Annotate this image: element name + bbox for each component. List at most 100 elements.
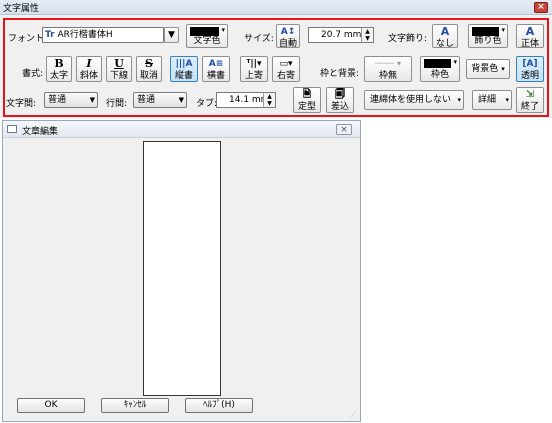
upright-button[interactable]: A 正体 [516,24,544,48]
italic-label: 斜体 [79,71,98,81]
chevron-down-icon: ▾ [501,65,505,73]
renmen-value: 連綿体を使用しない [370,95,452,105]
strikethrough-label: 取消 [139,71,158,81]
transparent-button[interactable]: [A] 透明 [516,56,544,82]
exit-icon: ⇲ [525,89,535,100]
char-spacing-value: 普通 [48,95,67,105]
text-edit-close-icon[interactable]: × [336,124,352,135]
text-color-button[interactable]: ▾ 文字色 [186,24,228,48]
bold-icon: B [54,57,64,70]
right-align-button[interactable]: ▭▾ 右寄 [272,56,300,82]
size-auto-label: 自動 [278,39,297,48]
tab-input-value: 14.1 mm [229,95,270,105]
line-spacing-label: 行間: [106,99,128,109]
underline-icon: U [114,57,124,70]
tab-input[interactable]: 14.1 mm ▲ ▼ [216,92,276,108]
vertical-writing-button[interactable]: |||A 縦書 [170,56,198,82]
font-type-icon: Tr [45,30,55,40]
help-button[interactable]: ﾍﾙﾌﾟ(H) [185,398,253,413]
vertical-text-area[interactable] [143,141,221,396]
bold-label: 太字 [49,71,68,81]
ok-button[interactable]: OK [17,398,85,413]
strikethrough-icon: S [145,57,153,70]
vertical-writing-label: 縦書 [174,71,193,81]
size-auto-button[interactable]: A↕ 自動 [276,24,300,48]
insert-doc-icon: 🗐 [335,89,345,100]
italic-icon: I [86,57,92,70]
outline-color-swatch [472,27,499,36]
cancel-button[interactable]: ｷｬﾝｾﾙ [101,398,169,413]
size-spinner[interactable]: ▲ ▼ [361,28,373,42]
no-frame-button[interactable]: ┈┈┈┈ ▾ 枠無 [364,56,412,82]
fixed-form-button[interactable]: 🗎 定型 [293,87,321,113]
dialog-title: 文字属性 [3,4,40,14]
underline-button[interactable]: U 下線 [106,56,132,82]
chevron-down-icon: ▾ [453,58,457,66]
dialog-titlebar: 文字属性 × [0,0,552,15]
text-color-swatch [190,27,219,36]
font-dropdown-chevron-down-icon[interactable]: ▼ [164,27,179,43]
outline-color-label: 飾り色 [474,36,502,46]
text-edit-titlebar: 文章編集 × [3,121,360,138]
insert-label: 差込 [330,102,349,112]
chevron-down-icon: ▾ [457,96,461,104]
outline-a-icon: A [440,25,450,38]
line-spacing-value: 普通 [137,95,156,105]
frame-color-button[interactable]: ▾ 枠色 [420,56,460,82]
frame-bg-label: 枠と背景: [320,69,360,79]
chevron-down-icon: ▼ [178,96,184,104]
top-align-label: 上寄 [244,71,263,81]
text-color-label: 文字色 [193,36,221,46]
window-icon [7,125,17,133]
transparent-label: 透明 [520,71,539,81]
outline-none-label: なし [435,39,454,48]
size-label: サイズ: [244,34,274,44]
font-select[interactable]: Tr AR行楷書体H [42,27,164,43]
resize-grip-icon[interactable]: ⋰ [349,411,356,419]
dialog-close-icon[interactable]: × [534,2,548,13]
top-align-button[interactable]: ᵀ||▾ 上寄 [240,56,268,82]
finish-label: 終了 [520,102,539,112]
chevron-down-icon: ▼ [89,96,95,104]
detail-button[interactable]: 詳細 ▾ [472,90,512,110]
underline-label: 下線 [109,71,128,81]
char-spacing-label: 文字間: [6,99,37,109]
size-input[interactable]: 20.7 mm ▲ ▼ [308,27,374,43]
frame-color-swatch [424,59,451,68]
tab-label: タブ: [196,99,218,109]
right-align-icon: ▭▾ [279,59,293,69]
dotted-frame-icon: ┈┈┈┈ ▾ [374,59,402,68]
vertical-writing-icon: |||A [175,59,193,69]
tab-spinner[interactable]: ▲ ▼ [263,93,275,107]
bg-color-button[interactable]: 背景色 ▾ [466,59,510,79]
document-icon: 🗎 [302,89,312,100]
chevron-down-icon: ▾ [221,26,225,34]
insert-button[interactable]: 🗐 差込 [326,87,354,113]
top-align-icon: ᵀ||▾ [246,59,262,69]
horizontal-writing-icon: A≡ [208,59,224,69]
size-auto-icon: A↕ [280,27,296,37]
chevron-down-icon: ▾ [501,26,505,34]
size-input-value: 20.7 mm [321,30,362,40]
text-edit-title: 文章編集 [22,127,59,137]
line-spacing-select[interactable]: 普通 ▼ [133,92,187,108]
strikethrough-button[interactable]: S 取消 [136,56,162,82]
outline-color-button[interactable]: ▾ 飾り色 [468,24,508,48]
detail-label: 詳細 [478,95,497,105]
upright-label: 正体 [520,39,539,48]
italic-button[interactable]: I 斜体 [76,56,102,82]
transparent-icon: [A] [522,59,538,69]
style-label: 書式: [22,69,44,79]
fixed-form-label: 定型 [297,102,316,112]
bg-color-label: 背景色 [471,64,499,74]
renmen-select[interactable]: 連綿体を使用しない ▾ [364,90,464,110]
char-spacing-select[interactable]: 普通 ▼ [44,92,98,108]
outline-none-button[interactable]: A なし [432,24,458,48]
frame-color-label: 枠色 [430,70,449,80]
horizontal-writing-button[interactable]: A≡ 横書 [202,56,230,82]
finish-button[interactable]: ⇲ 終了 [516,87,544,113]
text-edit-window: 文章編集 × OK ｷｬﾝｾﾙ ﾍﾙﾌﾟ(H) ⋰ [2,120,361,422]
upright-a-icon: A [525,25,535,38]
outline-label: 文字飾り: [388,34,428,44]
bold-button[interactable]: B 太字 [46,56,72,82]
